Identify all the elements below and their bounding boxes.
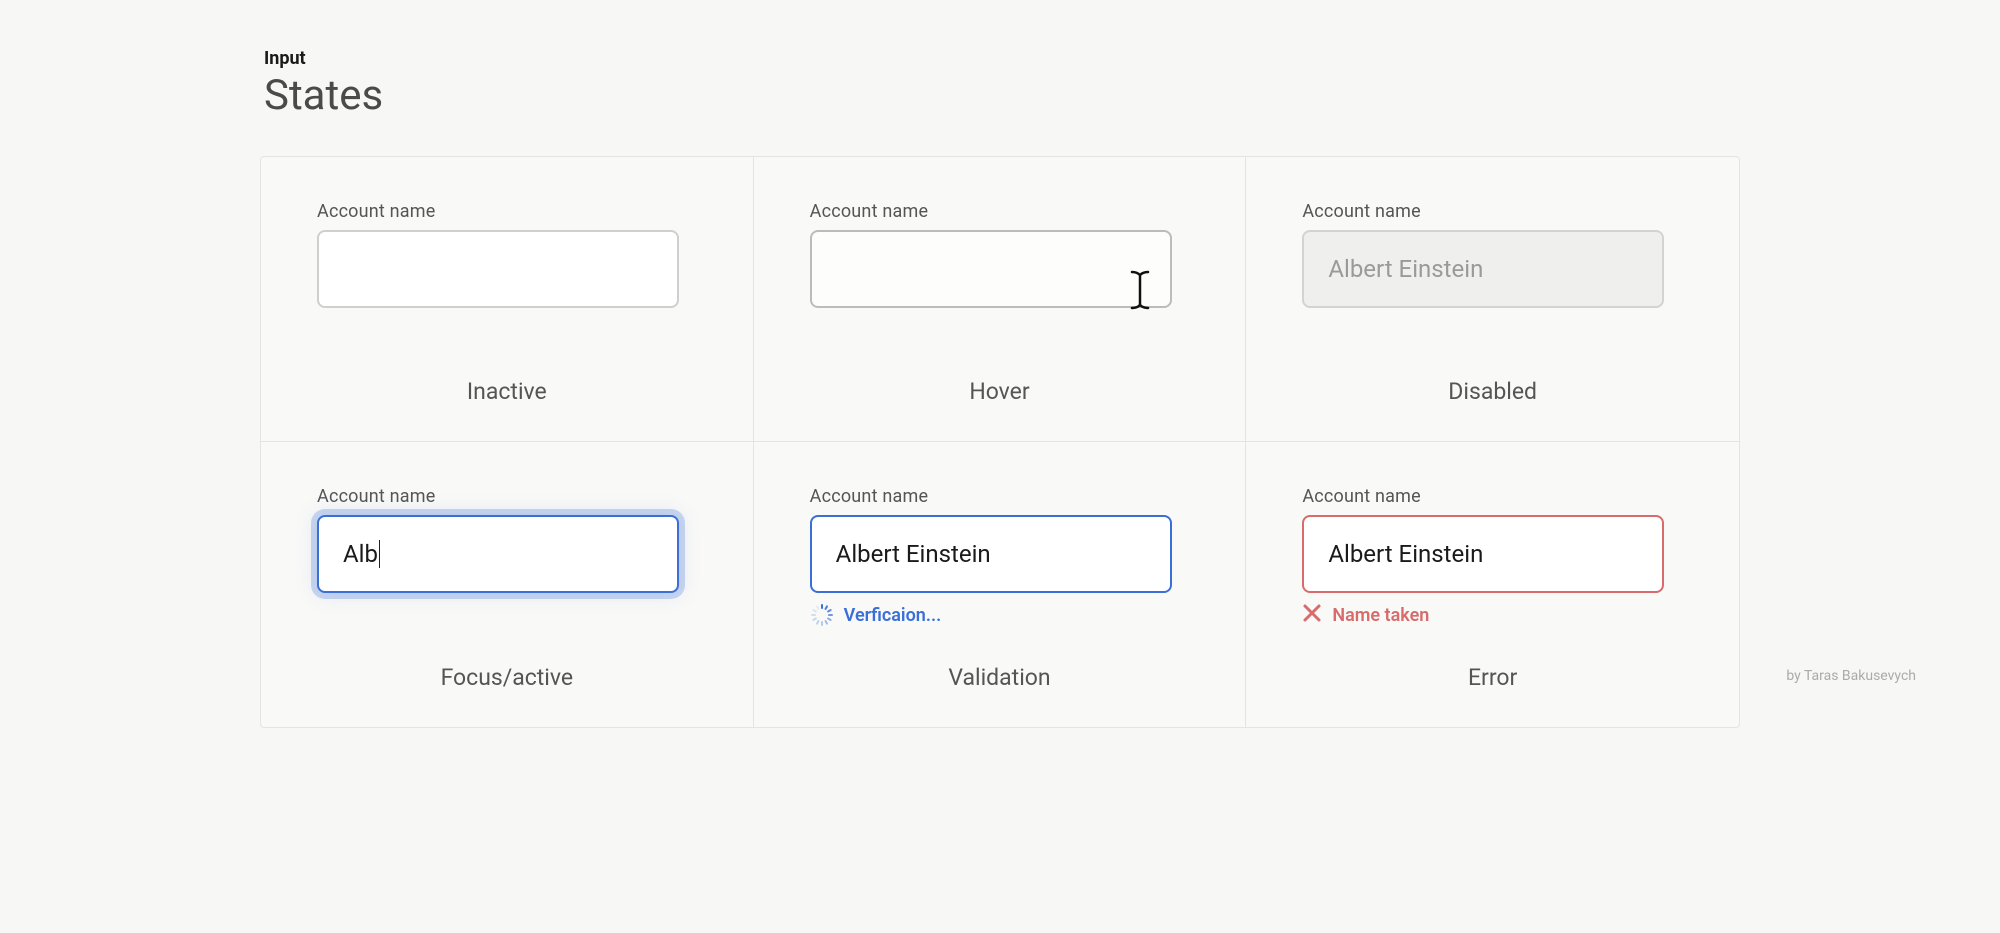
account-name-input-inactive[interactable] [317, 230, 679, 308]
state-cell-inactive: Account name Inactive [261, 157, 754, 442]
x-icon [1302, 603, 1322, 628]
field-label: Account name [810, 486, 1190, 507]
spinner-icon [810, 603, 834, 627]
state-cell-validation: Account name Albert Einstein [754, 442, 1247, 727]
credit-text: by Taras Bakusevych [1786, 668, 1916, 684]
header-eyebrow: Input [264, 48, 1740, 69]
validation-value: Albert Einstein [836, 540, 991, 568]
error-value: Albert Einstein [1328, 540, 1483, 568]
account-name-input-validation[interactable]: Albert Einstein [810, 515, 1172, 593]
field-label: Account name [1302, 201, 1683, 222]
focus-value: Alb [343, 517, 380, 591]
state-caption: Error [1302, 640, 1683, 691]
state-caption: Disabled [1302, 354, 1683, 405]
helper-text-validation: Verficaion... [810, 603, 1190, 627]
validation-helper-text: Verficaion... [844, 605, 942, 626]
account-name-input-error[interactable]: Albert Einstein [1302, 515, 1664, 593]
account-name-input-focus[interactable]: Alb [317, 515, 679, 593]
state-caption: Validation [810, 640, 1190, 691]
state-caption: Focus/active [317, 640, 697, 691]
state-cell-focus: Account name Alb Focus/active [261, 442, 754, 727]
page-header: Input States [260, 48, 1740, 120]
helper-text-error: Name taken [1302, 603, 1683, 628]
account-name-input-hover[interactable] [810, 230, 1172, 308]
state-caption: Hover [810, 354, 1190, 405]
field-label: Account name [317, 201, 697, 222]
error-helper-text: Name taken [1332, 605, 1429, 626]
state-cell-disabled: Account name Albert Einstein Disabled [1246, 157, 1739, 442]
state-cell-hover: Account name Hover [754, 157, 1247, 442]
account-name-field[interactable] [836, 232, 1146, 306]
account-name-field[interactable] [343, 232, 653, 306]
field-label: Account name [1302, 486, 1683, 507]
header-title: States [264, 71, 1740, 120]
state-caption: Inactive [317, 354, 697, 405]
disabled-value: Albert Einstein [1328, 255, 1483, 283]
state-cell-error: Account name Albert Einstein Name taken … [1246, 442, 1739, 727]
states-grid: Account name Inactive Account name [260, 156, 1740, 728]
field-label: Account name [810, 201, 1190, 222]
field-label: Account name [317, 486, 697, 507]
account-name-input-disabled: Albert Einstein [1302, 230, 1664, 308]
